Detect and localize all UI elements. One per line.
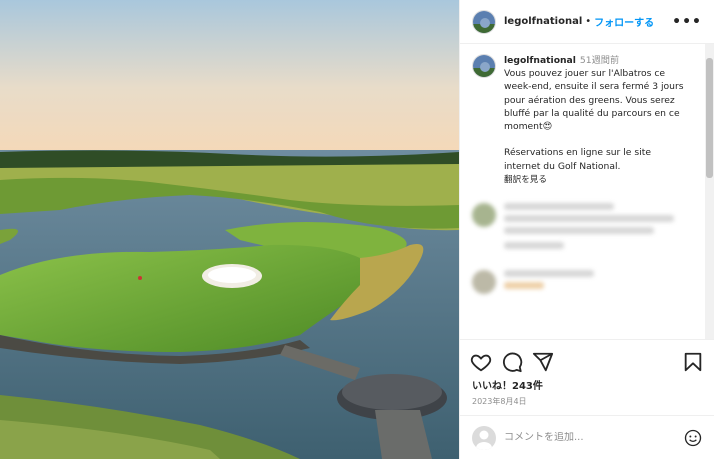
list-item (472, 270, 702, 295)
follow-button[interactable]: フォローする (594, 14, 654, 29)
caption: legolfnational 51週間前 Vous pouvez jouer su… (472, 54, 702, 187)
like-count[interactable]: いいね！243件 (460, 377, 714, 392)
user-silhouette-icon (476, 430, 492, 450)
comment-lines (504, 270, 594, 294)
post-photo[interactable] (0, 0, 459, 459)
comments-section[interactable]: legolfnational 51週間前 Vous pouvez jouer su… (460, 44, 714, 339)
bookmark-icon[interactable] (682, 351, 704, 373)
more-icon[interactable]: ••• (672, 14, 702, 30)
post-header: legolfnational • フォローする ••• (460, 0, 714, 44)
add-comment-bar (460, 415, 714, 459)
list-item (472, 203, 702, 254)
username-link[interactable]: legolfnational (504, 16, 582, 27)
comment-avatar (472, 270, 496, 295)
scrollbar-thumb[interactable] (706, 58, 713, 178)
caption-username[interactable]: legolfnational (504, 55, 576, 66)
caption-timestamp[interactable]: 51週間前 (580, 55, 619, 66)
comment-input[interactable] (504, 432, 684, 443)
translate-link[interactable]: 翻訳を見る (504, 174, 690, 187)
caption-avatar[interactable] (472, 54, 496, 78)
avatar[interactable] (472, 9, 496, 34)
comment-avatar (472, 203, 496, 228)
golf-course-image (0, 0, 459, 459)
avatar-image (473, 10, 495, 33)
instagram-post-view: legolfnational • フォローする ••• legolfnation… (0, 0, 714, 459)
comment-icon[interactable] (501, 351, 523, 373)
comment-lines (504, 203, 674, 254)
heart-icon[interactable] (470, 351, 492, 373)
blurred-comments (472, 203, 702, 295)
scrollbar[interactable] (705, 44, 714, 339)
post-date[interactable]: 2023年8月4日 (460, 392, 714, 415)
caption-text-block: legolfnational 51週間前 Vous pouvez jouer su… (504, 54, 690, 187)
avatar-image (473, 55, 495, 77)
caption-body: Vous pouvez jouer sur l'Albatros ce week… (504, 68, 684, 172)
post-side-panel: legolfnational • フォローする ••• legolfnation… (459, 0, 714, 459)
emoji-icon[interactable] (684, 429, 702, 447)
share-icon[interactable] (532, 351, 554, 373)
separator-dot: • (585, 16, 592, 27)
user-avatar (472, 425, 496, 450)
